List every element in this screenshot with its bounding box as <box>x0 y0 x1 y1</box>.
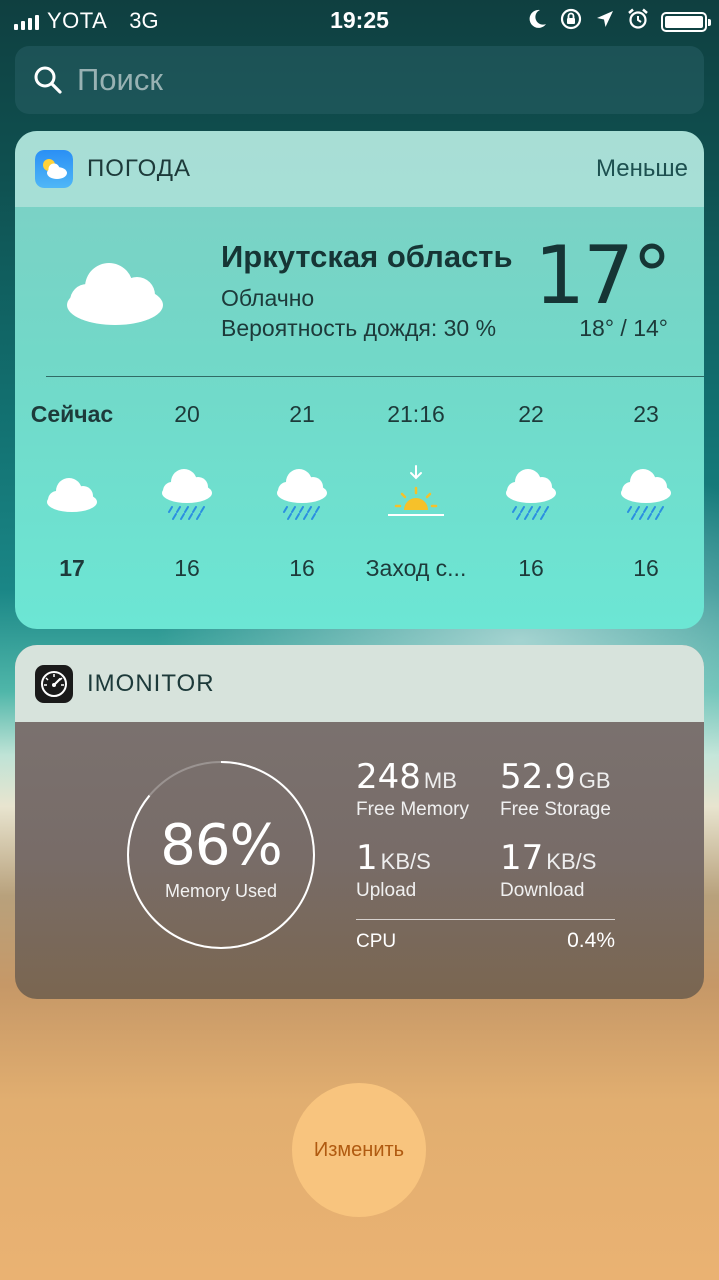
upload-label: Upload <box>356 880 417 901</box>
high-low-temperature: 18° / 14° <box>579 315 668 341</box>
hour-item: 20 16 <box>122 391 252 582</box>
stats-divider <box>356 919 615 920</box>
hour-temp: 16 <box>289 555 315 581</box>
rain-cloud-icon <box>466 449 596 539</box>
rain-cloud-icon <box>581 449 704 539</box>
memory-used-percent: 86% <box>160 813 282 878</box>
upload-unit: KB/S <box>380 849 431 874</box>
current-temperature: 17° <box>534 229 672 322</box>
rain-probability: Вероятность дождя: 30 % <box>221 315 497 341</box>
weather-app-icon <box>35 150 73 188</box>
hour-time: Сейчас <box>30 401 114 427</box>
hour-temp: Заход с... <box>365 555 467 581</box>
alarm-icon <box>627 8 649 36</box>
search-bar[interactable] <box>15 46 704 114</box>
free-memory-unit: MB <box>423 768 457 793</box>
download-unit: KB/S <box>546 849 597 874</box>
search-input[interactable] <box>75 61 679 99</box>
weather-current: Иркутская область Облачно Вероятность до… <box>15 207 704 377</box>
hour-time: 21:16 <box>387 401 445 427</box>
download-value: 17 <box>500 838 544 878</box>
hour-temp: 17 <box>59 555 85 581</box>
free-storage-label: Free Storage <box>500 799 611 820</box>
hour-time: 20 <box>174 401 200 427</box>
free-memory-stat: 248 MB Free Memory <box>356 757 469 821</box>
moon-icon <box>529 9 547 35</box>
weather-widget-header: ПОГОДА Меньше <box>15 131 704 207</box>
memory-used-label: Memory Used <box>164 881 278 901</box>
hour-item: 22 16 <box>466 391 596 582</box>
speedometer-icon <box>35 664 73 703</box>
hour-item: 23 16 <box>581 391 704 582</box>
cloud-icon <box>15 449 137 539</box>
location-icon <box>595 9 615 35</box>
weather-condition: Облачно <box>221 285 315 311</box>
upload-stat: 1 KB/S Upload <box>356 838 431 902</box>
free-memory-label: Free Memory <box>356 799 469 820</box>
hour-time: 23 <box>633 401 659 427</box>
hour-time: 21 <box>289 401 315 427</box>
hourly-forecast: Сейчас 17 20 16 21 16 21:16 Заход с... 2… <box>15 391 704 621</box>
hour-temp: 16 <box>174 555 200 581</box>
location-name: Иркутская область <box>221 239 513 274</box>
hour-time: 22 <box>518 401 544 427</box>
rotation-lock-icon <box>559 7 583 37</box>
show-less-button[interactable]: Меньше <box>596 155 688 183</box>
imonitor-widget-header: IMONITOR <box>15 645 704 722</box>
hour-item: 21:16 Заход с... <box>351 391 481 582</box>
sunset-icon <box>351 449 481 539</box>
download-label: Download <box>500 880 585 901</box>
imonitor-widget-title: IMONITOR <box>87 669 215 697</box>
cpu-label: CPU <box>356 931 397 952</box>
weather-widget-title: ПОГОДА <box>87 155 191 182</box>
free-storage-unit: GB <box>578 768 611 793</box>
cloud-icon <box>67 263 163 325</box>
hour-item: 21 16 <box>237 391 367 582</box>
free-storage-stat: 52.9 GB Free Storage <box>500 757 611 821</box>
rain-cloud-icon <box>122 449 252 539</box>
edit-widgets-button[interactable]: Изменить <box>292 1083 426 1217</box>
weather-divider <box>46 376 704 377</box>
hour-temp: 16 <box>518 555 544 581</box>
imonitor-widget[interactable]: IMONITOR 86% Memory Used 248 MB Free Memo… <box>15 645 704 999</box>
battery-icon <box>661 12 711 32</box>
free-storage-value: 52.9 <box>500 757 576 797</box>
hour-temp: 16 <box>633 555 659 581</box>
rain-cloud-icon <box>237 449 367 539</box>
search-icon <box>34 66 62 94</box>
upload-value: 1 <box>356 838 378 878</box>
cpu-value: 0.4% <box>567 929 615 952</box>
download-stat: 17 KB/S Download <box>500 838 596 902</box>
weather-widget[interactable]: ПОГОДА Меньше Иркутская область Облачно … <box>15 131 704 629</box>
free-memory-value: 248 <box>356 757 421 797</box>
hour-item: Сейчас 17 <box>15 391 137 582</box>
status-bar: YOTA 3G 19:25 <box>0 0 719 40</box>
